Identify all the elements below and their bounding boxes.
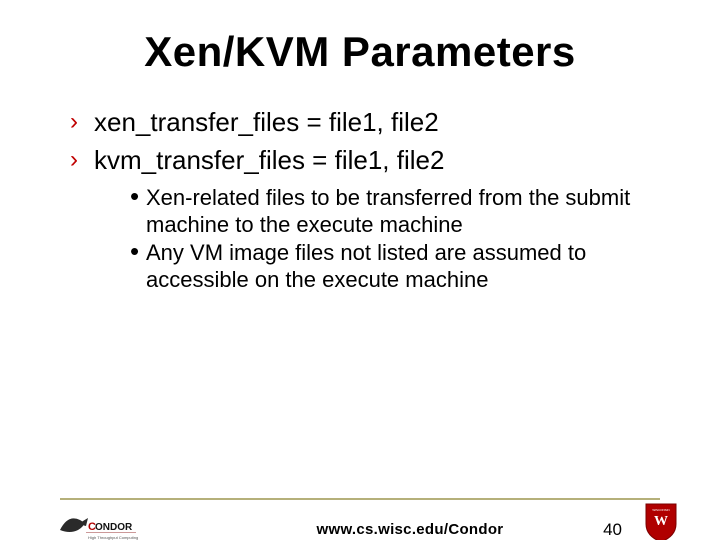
- bullet-l1-text: xen_transfer_files = file1, file2: [94, 107, 439, 137]
- chevron-icon: ›: [70, 106, 78, 137]
- chevron-icon: ›: [70, 144, 78, 175]
- bullet-l2-text: Xen-related files to be transferred from…: [146, 185, 630, 238]
- svg-text:WISCONSIN: WISCONSIN: [652, 508, 669, 512]
- page-number: 40: [603, 520, 622, 540]
- divider-line: [60, 498, 660, 500]
- svg-text:W: W: [654, 514, 668, 529]
- footer-url-text: www.cs.wisc.edu/Condor: [217, 521, 504, 538]
- dot-icon: •: [130, 180, 139, 213]
- bullet-l2-text: Any VM image files not listed are assume…: [146, 240, 586, 293]
- bullet-l1: › xen_transfer_files = file1, file2: [70, 106, 680, 140]
- sub-bullet-group: • Xen-related files to be transferred fr…: [130, 184, 670, 294]
- slide: Xen/KVM Parameters › xen_transfer_files …: [0, 28, 720, 540]
- bullet-l2: • Xen-related files to be transferred fr…: [130, 184, 670, 239]
- uw-madison-crest: W MADISON WISCONSIN: [632, 502, 690, 540]
- content-area: › xen_transfer_files = file1, file2 › kv…: [70, 106, 680, 178]
- dot-icon: •: [130, 235, 139, 268]
- bullet-l1: › kvm_transfer_files = file1, file2: [70, 144, 680, 178]
- slide-title: Xen/KVM Parameters: [0, 28, 720, 76]
- bullet-l2: • Any VM image files not listed are assu…: [130, 239, 670, 294]
- bullet-l1-text: kvm_transfer_files = file1, file2: [94, 145, 444, 175]
